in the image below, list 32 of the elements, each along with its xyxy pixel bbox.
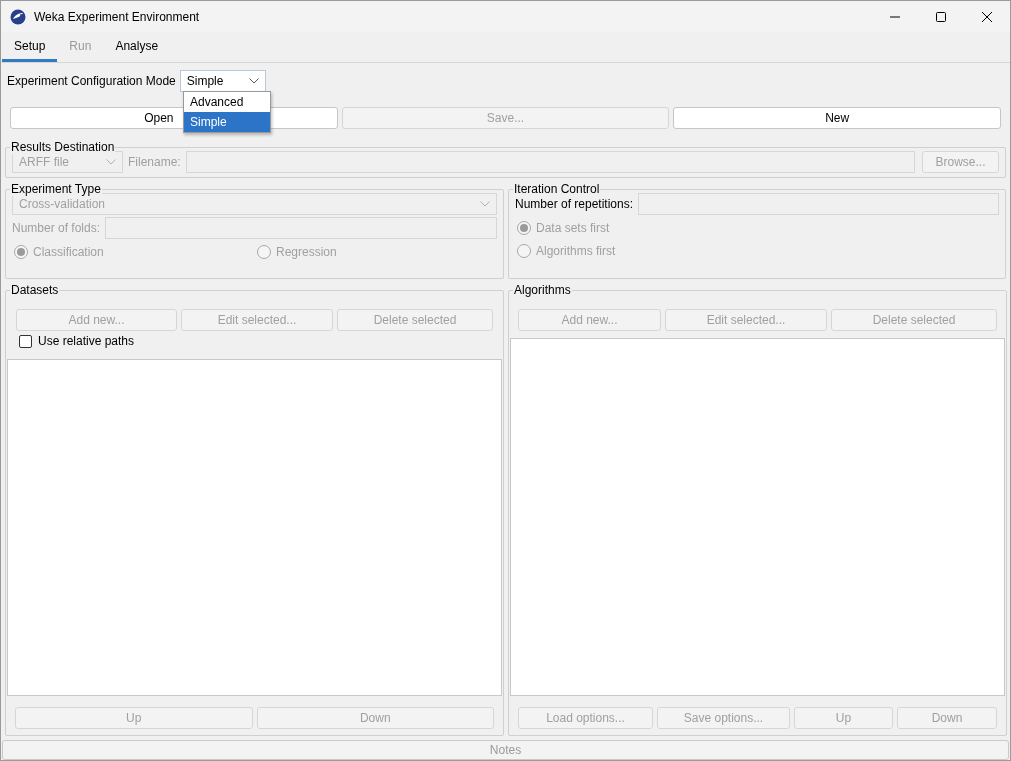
checkbox-label: Use relative paths — [38, 334, 135, 348]
field-label: Number of folds: — [12, 221, 101, 235]
menu-option[interactable]: Advanced — [184, 92, 270, 112]
panel-title: Iteration Control — [513, 182, 601, 196]
maximize-icon — [936, 11, 946, 22]
folds-field[interactable] — [105, 217, 497, 239]
mode-dropdown[interactable]: Simple — [179, 70, 266, 92]
panel-title: Datasets — [10, 283, 60, 297]
field-label: Experiment Configuration Mode — [7, 74, 176, 88]
close-icon — [982, 11, 992, 22]
bird-logo-icon — [10, 8, 26, 25]
filename-field[interactable] — [185, 151, 915, 173]
radio-label: Regression — [276, 245, 337, 259]
action-button[interactable]: New — [673, 107, 1001, 129]
radio-label: Algorithms first — [536, 243, 616, 258]
tab[interactable]: Analyse — [103, 32, 171, 62]
menu-option[interactable]: Simple — [184, 112, 270, 132]
radio-label: Classification — [33, 245, 104, 259]
field-label: Number of repetitions: — [515, 197, 634, 211]
panel-title: Experiment Type — [10, 182, 102, 196]
panel-title: Algorithms — [513, 283, 572, 297]
chevron-down-icon — [480, 201, 490, 207]
window-title: Weka Experiment Environment — [34, 9, 200, 24]
datasets-list[interactable] — [7, 359, 502, 696]
chevron-down-icon — [106, 159, 116, 165]
field-label: Filename: — [128, 155, 181, 169]
algorithms-list[interactable] — [510, 338, 1005, 696]
radio-label: Data sets first — [536, 220, 610, 235]
checkbox[interactable] — [19, 334, 32, 348]
tab[interactable]: Setup — [2, 32, 58, 62]
panel-title: Results Destination — [10, 140, 116, 154]
chevron-down-icon — [248, 78, 259, 84]
